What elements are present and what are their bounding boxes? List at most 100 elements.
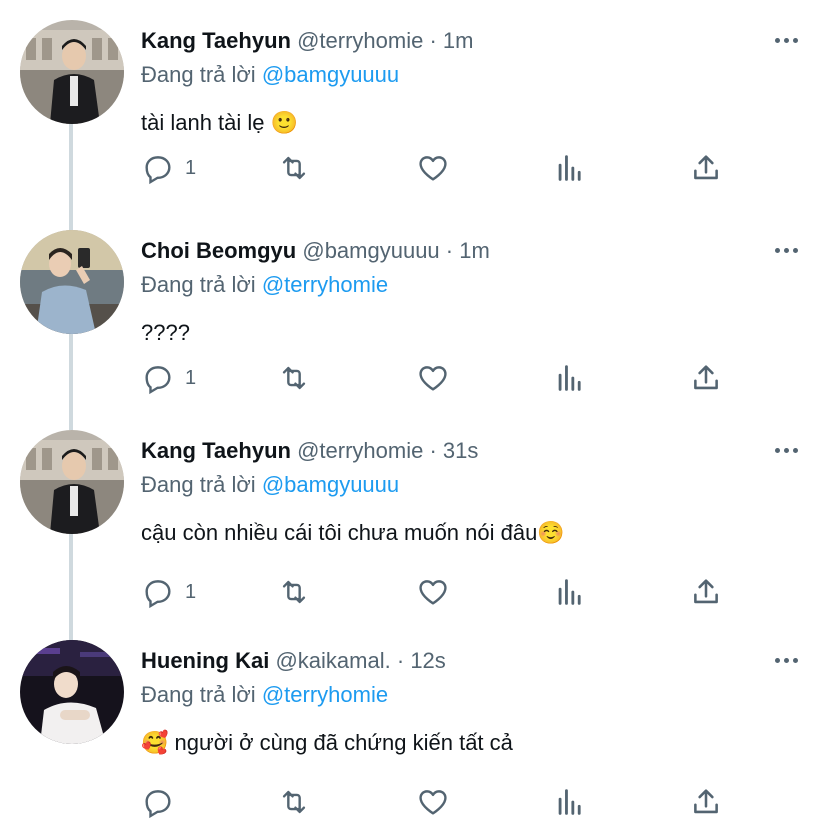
speech-bubble-icon bbox=[145, 156, 171, 185]
bar-chart-icon bbox=[558, 579, 581, 605]
three-dots-icon bbox=[774, 447, 780, 453]
timestamp[interactable]: 1m bbox=[443, 28, 474, 53]
display-name[interactable]: Kang Taehyun bbox=[141, 28, 291, 53]
reply-count: 1 bbox=[185, 366, 197, 389]
heart-outline-icon bbox=[419, 366, 447, 391]
avatar[interactable] bbox=[20, 640, 124, 744]
retweet-button[interactable] bbox=[277, 150, 311, 186]
timestamp[interactable]: 31s bbox=[443, 438, 478, 463]
tweet-text: tài lanh tài lẹ 🙂 bbox=[141, 110, 299, 135]
avatar[interactable] bbox=[20, 230, 124, 334]
like-button[interactable] bbox=[416, 784, 450, 820]
speech-bubble-icon bbox=[145, 580, 171, 609]
replying-to: Đang trả lời @bamgyuuuu bbox=[141, 470, 399, 500]
tweet-header: Choi Beomgyu @bamgyuuuu · 1m bbox=[141, 236, 490, 266]
bar-chart-icon bbox=[558, 789, 581, 815]
speech-bubble-icon bbox=[145, 790, 171, 819]
tweet-actions: 1 bbox=[141, 150, 741, 186]
reply-button[interactable] bbox=[141, 784, 185, 820]
mention-link[interactable]: @bamgyuuuu bbox=[262, 62, 399, 87]
profile-photo bbox=[20, 230, 124, 334]
tweet-header: Kang Taehyun @terryhomie · 31s bbox=[141, 436, 478, 466]
retweet-arrows-icon bbox=[282, 366, 306, 390]
upload-arrow-icon bbox=[694, 579, 718, 604]
separator: · bbox=[445, 238, 454, 263]
retweet-arrows-icon bbox=[282, 156, 306, 180]
separator: · bbox=[429, 28, 437, 53]
retweet-button[interactable] bbox=[277, 360, 311, 396]
user-handle[interactable]: @terryhomie bbox=[297, 28, 423, 53]
tweet-header: Huening Kai @kaikamal. · 12s bbox=[141, 646, 446, 676]
tweet[interactable]: Kang Taehyun @terryhomie · 31s Đang trả … bbox=[0, 400, 828, 640]
user-handle[interactable]: @terryhomie bbox=[297, 438, 423, 463]
upload-arrow-icon bbox=[694, 789, 718, 814]
tweet-actions: 1 bbox=[141, 574, 741, 610]
avatar[interactable] bbox=[20, 20, 124, 124]
replying-to: Đang trả lời @bamgyuuuu bbox=[141, 60, 399, 90]
replying-to: Đang trả lời @terryhomie bbox=[141, 270, 388, 300]
mention-link[interactable]: @bamgyuuuu bbox=[262, 472, 399, 497]
share-button[interactable] bbox=[689, 574, 723, 610]
display-name[interactable]: Kang Taehyun bbox=[141, 438, 291, 463]
timestamp[interactable]: 1m bbox=[459, 238, 490, 263]
more-options-button[interactable] bbox=[770, 646, 802, 674]
more-options-button[interactable] bbox=[770, 436, 802, 464]
user-handle[interactable]: @bamgyuuuu bbox=[302, 238, 439, 263]
more-options-button[interactable] bbox=[770, 26, 802, 54]
heart-outline-icon bbox=[419, 580, 447, 605]
tweet[interactable]: Huening Kai @kaikamal. · 12s Đang trả lờ… bbox=[0, 610, 828, 833]
reply-button[interactable]: 1 bbox=[141, 150, 196, 186]
analytics-button[interactable] bbox=[553, 574, 587, 610]
avatar[interactable] bbox=[20, 430, 124, 534]
tweet-header: Kang Taehyun @terryhomie · 1m bbox=[141, 26, 473, 56]
heart-outline-icon bbox=[419, 156, 447, 181]
separator: · bbox=[396, 648, 405, 673]
reply-button[interactable]: 1 bbox=[141, 574, 196, 610]
like-button[interactable] bbox=[416, 574, 450, 610]
replying-to: Đang trả lời @terryhomie bbox=[141, 680, 388, 710]
timestamp[interactable]: 12s bbox=[410, 648, 445, 673]
share-button[interactable] bbox=[689, 150, 723, 186]
profile-photo bbox=[20, 20, 124, 124]
speech-bubble-icon bbox=[145, 366, 171, 395]
like-button[interactable] bbox=[416, 150, 450, 186]
upload-arrow-icon bbox=[694, 155, 718, 180]
upload-arrow-icon bbox=[694, 365, 718, 390]
more-options-button[interactable] bbox=[770, 236, 802, 264]
retweet-arrows-icon bbox=[282, 790, 306, 814]
tweet-actions bbox=[141, 784, 741, 820]
analytics-button[interactable] bbox=[553, 360, 587, 396]
reply-count: 1 bbox=[185, 156, 197, 179]
separator: · bbox=[429, 438, 437, 463]
thread-connector bbox=[69, 200, 73, 230]
profile-photo bbox=[20, 640, 124, 744]
bar-chart-icon bbox=[558, 155, 581, 181]
three-dots-icon bbox=[774, 37, 780, 43]
retweet-arrows-icon bbox=[282, 580, 306, 604]
tweet[interactable]: Kang Taehyun @terryhomie · 1m Đang trả l… bbox=[0, 0, 828, 220]
bar-chart-icon bbox=[558, 365, 581, 391]
mention-link[interactable]: @terryhomie bbox=[262, 682, 388, 707]
tweet[interactable]: Choi Beomgyu @bamgyuuuu · 1m Đang trả lờ… bbox=[0, 200, 828, 430]
replying-to-label: Đang trả lời bbox=[141, 272, 256, 297]
share-button[interactable] bbox=[689, 360, 723, 396]
heart-outline-icon bbox=[419, 790, 447, 815]
replying-to-label: Đang trả lời bbox=[141, 62, 256, 87]
share-button[interactable] bbox=[689, 784, 723, 820]
like-button[interactable] bbox=[416, 360, 450, 396]
reply-button[interactable]: 1 bbox=[141, 360, 196, 396]
user-handle[interactable]: @kaikamal. bbox=[275, 648, 390, 673]
mention-link[interactable]: @terryhomie bbox=[262, 272, 388, 297]
retweet-button[interactable] bbox=[277, 784, 311, 820]
analytics-button[interactable] bbox=[553, 150, 587, 186]
profile-photo bbox=[20, 430, 124, 534]
retweet-button[interactable] bbox=[277, 574, 311, 610]
tweet-text: 🥰 người ở cùng đã chứng kiến tất cả bbox=[141, 730, 513, 755]
display-name[interactable]: Choi Beomgyu bbox=[141, 238, 296, 263]
replying-to-label: Đang trả lời bbox=[141, 472, 256, 497]
three-dots-icon bbox=[774, 247, 780, 253]
display-name[interactable]: Huening Kai bbox=[141, 648, 269, 673]
analytics-button[interactable] bbox=[553, 784, 587, 820]
tweet-actions: 1 bbox=[141, 360, 741, 396]
reply-thread: Kang Taehyun @terryhomie · 1m Đang trả l… bbox=[0, 0, 828, 833]
